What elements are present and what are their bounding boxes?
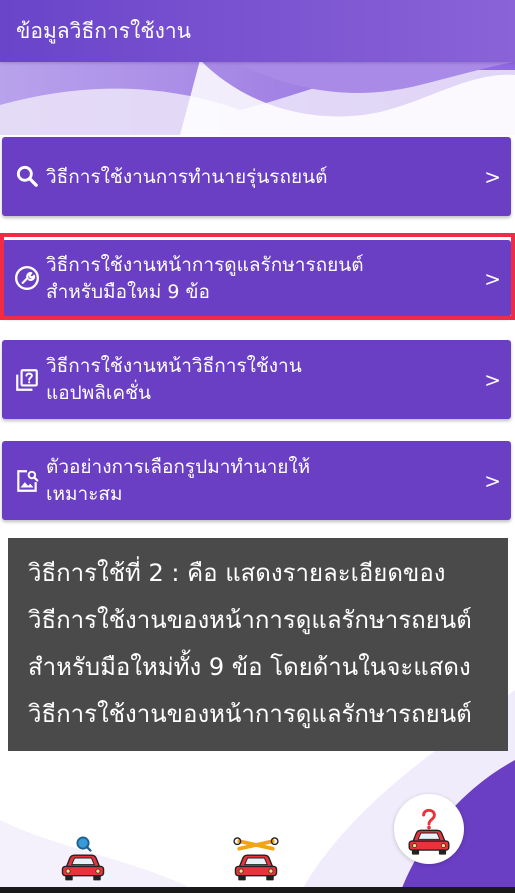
search-icon <box>16 165 38 187</box>
menu-item-image-selection-example[interactable]: ตัวอย่างการเลือกรูปมาทำนายให้ เหมาะสม > <box>2 441 511 520</box>
menu-item-car-model-prediction[interactable]: วิธีการใช้งานการทำนายรุ่นรถยนต์ > <box>2 137 511 216</box>
caption-line: สำหรับมือใหม่ทั้ง 9 ข้อ โดยด้านในจะแสดง <box>28 653 471 681</box>
menu-item-label-line1: วิธีการใช้งานหน้าวิธีการใช้งาน <box>46 355 302 377</box>
chevron-right-icon: > <box>484 469 501 493</box>
image-search-icon <box>17 470 39 492</box>
wrench-circle-icon <box>14 265 40 291</box>
instruction-caption: วิธีการใช้ที่ 2 : คือ แสดงรายละเอียดของ … <box>8 538 508 751</box>
page-title: ข้อมูลวิธีการใช้งาน <box>16 19 191 43</box>
caption-line: วิธีการใช้ที่ 2 : คือ แสดงรายละเอียดของ <box>28 559 446 587</box>
menu-item-label-line1: วิธีการใช้งานหน้าการดูแลรักษารถยนต์ <box>46 254 364 276</box>
caption-line: วิธีการใช้งานของหน้าการดูแลรักษารถยนต์ <box>28 700 472 728</box>
menu-item-label-line2: สำหรับมือใหม่ 9 ข้อ <box>46 281 210 303</box>
menu-item-label-line2: เหมาะสม <box>46 483 123 505</box>
menu-item-label-line2: แอปพลิเคชั่น <box>46 382 151 404</box>
chevron-right-icon: > <box>484 368 501 392</box>
menu-item-label: วิธีการใช้งานการทำนายรุ่นรถยนต์ <box>46 166 328 188</box>
car-help-icon[interactable] <box>402 806 456 860</box>
menu-item-label-line1: ตัวอย่างการเลือกรูปมาทำนายให้ <box>46 456 311 478</box>
app-bar: ข้อมูลวิธีการใช้งาน <box>0 0 515 62</box>
menu-item-car-maintenance-guide[interactable]: วิธีการใช้งานหน้าการดูแลรักษารถยนต์ สำหร… <box>2 240 511 317</box>
bottom-edge <box>0 887 515 893</box>
car-search-icon[interactable] <box>55 830 111 886</box>
chevron-right-icon: > <box>484 267 501 291</box>
menu-item-app-usage-guide[interactable]: วิธีการใช้งานหน้าวิธีการใช้งาน แอปพลิเคช… <box>2 340 511 419</box>
car-wrench-icon[interactable] <box>228 830 284 886</box>
help-book-icon <box>16 369 38 391</box>
chevron-right-icon: > <box>484 165 501 189</box>
caption-line: วิธีการใช้งานของหน้าการดูแลรักษารถยนต์ <box>28 606 472 634</box>
